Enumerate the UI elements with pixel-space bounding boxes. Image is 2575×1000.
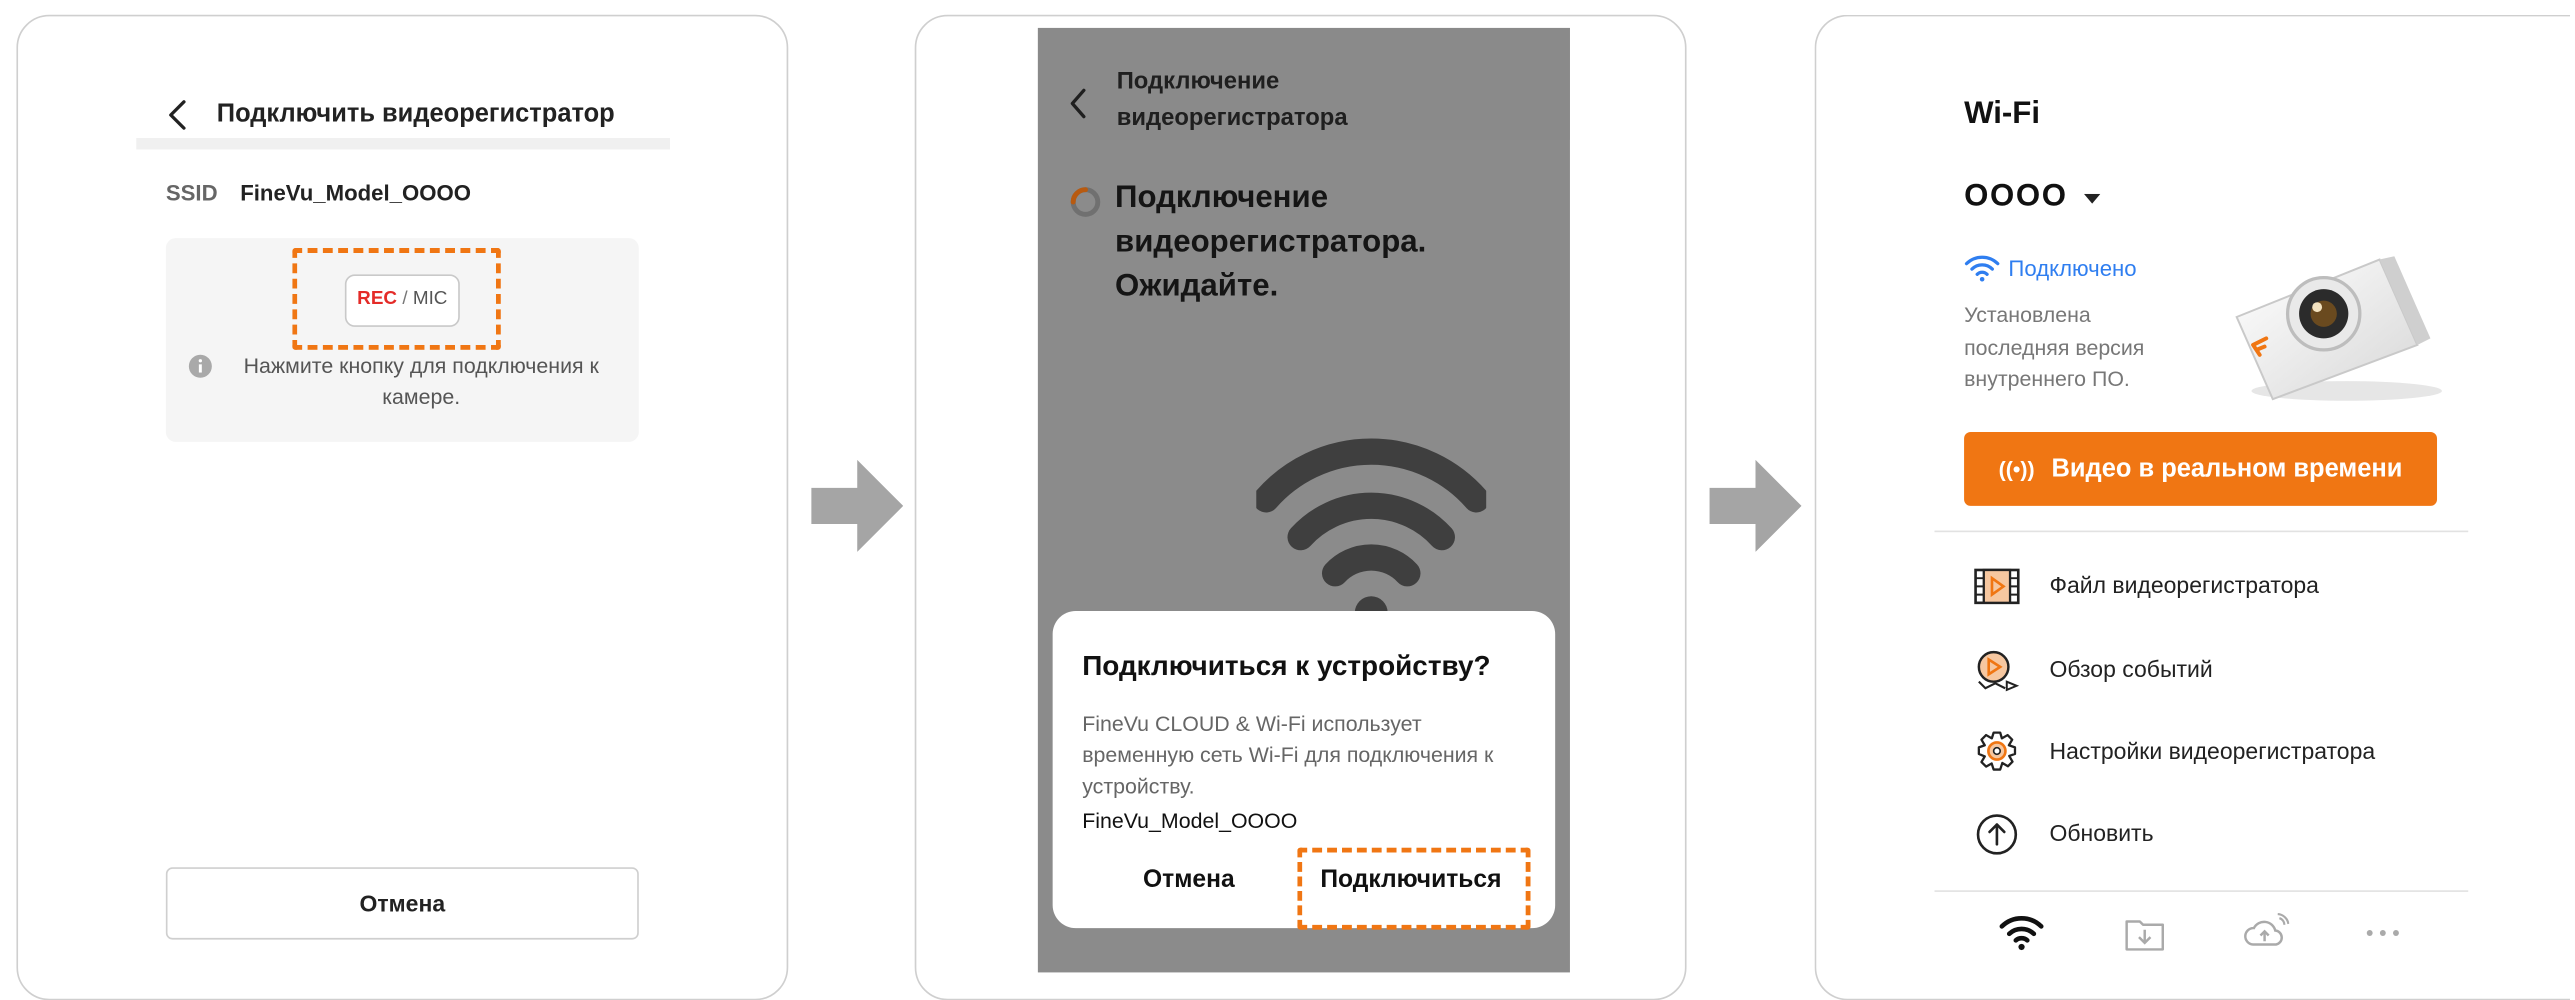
event-play-icon <box>1977 650 2020 692</box>
separator: / <box>402 289 408 309</box>
instruction-hint: Нажмите кнопку для подключения к камере. <box>243 353 599 410</box>
ssid-row: SSID FineVu_Model_OOOO <box>166 181 471 206</box>
step1-panel: Подключить видеорегистратор SSID FineVu_… <box>16 14 789 1000</box>
connection-status: Подключено <box>2008 256 2137 281</box>
rec-label: REC <box>357 289 398 309</box>
page-title: Wi-Fi <box>1964 96 2041 132</box>
cloud-icon[interactable] <box>2240 912 2290 955</box>
header-divider <box>136 137 671 150</box>
menu-label: Настройки видеорегистратора <box>2049 737 2376 764</box>
step3-panel: Wi-Fi OOOO Подключено Установлена послед… <box>1814 14 2571 1000</box>
info-icon <box>188 354 212 378</box>
highlight-box <box>1297 847 1531 930</box>
live-video-button[interactable]: ((•)) Видео в реальном времени <box>1964 432 2438 506</box>
rec-mic-button[interactable]: REC / MIC <box>344 274 460 327</box>
menu-label: Файл видеорегистратора <box>2049 571 2319 598</box>
phone-screen: Подключение видеорегистратора Подключени… <box>1037 27 1570 973</box>
back-chevron-icon[interactable] <box>1066 84 1092 123</box>
cancel-button[interactable]: Отмена <box>165 867 639 940</box>
live-video-label: Видео в реальном времени <box>2051 455 2403 483</box>
dialog-ssid: FineVu_Model_OOOO <box>1082 808 1298 833</box>
broadcast-icon: ((•)) <box>1998 457 2035 482</box>
step2-panel: Подключение видеорегистратора Подключени… <box>914 14 1687 1000</box>
wifi-icon <box>1964 255 2000 282</box>
more-icon[interactable] <box>2358 912 2407 955</box>
wifi-icon <box>1256 438 1487 628</box>
divider <box>1934 530 2469 533</box>
menu-item-update[interactable]: Обновить <box>1964 810 2457 859</box>
page-title: Подключить видеорегистратор <box>216 100 615 129</box>
menu-item-file[interactable]: Файл видеорегистратора <box>1964 562 2457 611</box>
menu-item-settings[interactable]: Настройки видеорегистратора <box>1964 728 2457 777</box>
ssid-value: FineVu_Model_OOOO <box>240 180 472 206</box>
ssid-key: SSID <box>165 180 218 206</box>
menu-label: Обновить <box>2049 819 2154 846</box>
dialog-text: FineVu CLOUD & Wi-Fi использует временну… <box>1082 711 1494 799</box>
upload-arrow-icon <box>1976 814 2018 855</box>
caret-down-icon[interactable] <box>2083 193 2101 205</box>
back-chevron-icon[interactable] <box>163 90 196 139</box>
dialog-title: Подключиться к устройству? <box>1082 650 1491 682</box>
arrow-right-icon <box>1709 459 1802 552</box>
download-folder-icon[interactable] <box>2120 912 2169 955</box>
screen-title: Подключение видеорегистратора <box>1116 68 1348 132</box>
loading-spinner-icon <box>1070 187 1101 217</box>
firmware-status: Установлена последняя версия внутреннего… <box>1964 302 2145 391</box>
menu-label: Обзор событий <box>2049 655 2213 682</box>
waiting-message: Подключение видеорегистратора. Ожидайте. <box>1115 180 1427 304</box>
dashcam-image <box>2235 256 2442 401</box>
device-selector[interactable]: OOOO <box>1964 179 2068 215</box>
wifi-icon[interactable] <box>1997 912 2046 955</box>
menu-item-events[interactable]: Обзор событий <box>1964 646 2457 695</box>
mic-label: MIC <box>412 289 448 309</box>
divider <box>1934 890 2469 892</box>
arrow-right-icon <box>811 459 904 552</box>
dialog-cancel-button[interactable]: Отмена <box>1143 866 1235 894</box>
gear-icon <box>1977 731 2017 771</box>
film-icon <box>1974 568 2020 605</box>
